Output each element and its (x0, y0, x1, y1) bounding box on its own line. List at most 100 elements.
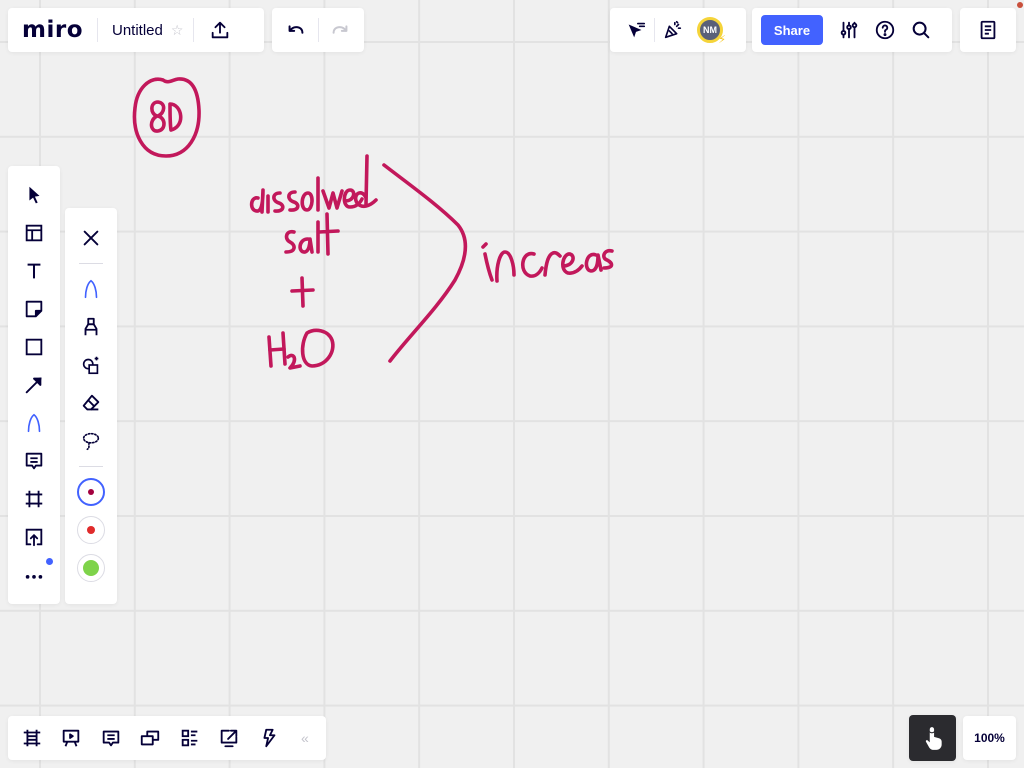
tool-shape[interactable] (14, 328, 54, 366)
text-icon (27, 263, 41, 279)
export-button[interactable] (202, 12, 238, 48)
help-button[interactable] (867, 12, 903, 48)
ink-circled-80[interactable] (132, 77, 201, 158)
celebrate-icon (664, 20, 682, 39)
help-icon (875, 20, 895, 40)
close-icon (83, 230, 99, 246)
upload-icon (25, 528, 43, 547)
cursor-attention-icon (628, 22, 646, 38)
share-button[interactable]: Share (761, 15, 823, 45)
actions-panel: Share (752, 8, 952, 52)
user-avatar[interactable]: NM ⚡ (697, 17, 726, 46)
square-icon (25, 338, 43, 356)
cards-button[interactable] (172, 720, 208, 756)
undo-icon (288, 25, 304, 34)
frames-button[interactable] (14, 720, 50, 756)
lightning-badge-icon: ⚡ (718, 34, 726, 46)
notes-button[interactable] (970, 12, 1006, 48)
pen-tool-eraser[interactable] (71, 384, 111, 422)
pen-icon (84, 279, 98, 299)
ink-h2o[interactable] (267, 328, 335, 370)
activity-button[interactable] (251, 720, 287, 756)
frame-icon (25, 490, 43, 508)
comments-button[interactable] (93, 720, 129, 756)
board-settings-button[interactable] (831, 12, 867, 48)
hand-tool-button[interactable] (909, 715, 956, 761)
screen-share-icon (220, 729, 238, 748)
ink-increas[interactable] (481, 242, 614, 283)
collaboration-panel: NM ⚡ (610, 8, 746, 52)
ink-plus[interactable] (290, 276, 315, 308)
notes-panel (960, 8, 1016, 52)
video-chat-icon (141, 730, 160, 746)
avatar-initials: NM (703, 25, 717, 35)
frames-icon (23, 729, 41, 747)
search-button[interactable] (903, 12, 939, 48)
color-swatch-green[interactable] (77, 554, 105, 582)
pen-tool-smart-drawing[interactable] (71, 346, 111, 384)
templates-icon (25, 224, 43, 242)
new-feature-dot (46, 558, 53, 565)
comment-icon (25, 452, 43, 470)
presentation-icon (63, 729, 80, 747)
star-icon[interactable]: ☆ (171, 22, 184, 39)
tool-connection-line[interactable] (14, 366, 54, 404)
tool-sticky-note[interactable] (14, 290, 54, 328)
collapse-toolbar-button[interactable]: « (290, 730, 320, 746)
bottom-toolbar: « (8, 716, 326, 760)
board-header-panel: miro Untitled ☆ (8, 8, 264, 52)
color-dot (87, 526, 95, 534)
tool-templates[interactable] (14, 214, 54, 252)
undo-button[interactable] (278, 12, 314, 48)
notification-dot (1017, 2, 1023, 8)
pen-icon (27, 413, 41, 433)
tool-text[interactable] (14, 252, 54, 290)
tool-upload[interactable] (14, 518, 54, 556)
celebrate-button[interactable] (655, 12, 691, 48)
tool-frame[interactable] (14, 480, 54, 518)
settings-sliders-icon (840, 21, 858, 39)
ink-dissolved[interactable] (249, 154, 378, 214)
redo-button[interactable] (322, 12, 358, 48)
lightning-icon (263, 728, 275, 748)
miro-logo[interactable]: miro (22, 17, 83, 43)
divider (79, 263, 103, 264)
color-dot (83, 560, 99, 576)
ink-brace[interactable] (382, 163, 468, 363)
more-icon (25, 575, 43, 579)
close-pen-toolbar-button[interactable] (71, 219, 111, 257)
pen-tool-highlighter[interactable] (71, 308, 111, 346)
attention-button[interactable] (618, 12, 654, 48)
eraser-icon (82, 394, 100, 411)
pen-tool-pen[interactable] (71, 270, 111, 308)
upload-icon (212, 21, 229, 39)
screen-share-button[interactable] (211, 720, 247, 756)
presentation-button[interactable] (53, 720, 89, 756)
comments-icon (102, 730, 120, 747)
cards-icon (181, 729, 198, 747)
hand-pointer-icon (925, 725, 942, 750)
notes-icon (980, 20, 996, 40)
pen-tool-lasso[interactable] (71, 422, 111, 460)
color-swatch-crimson[interactable] (77, 478, 105, 506)
color-swatch-red[interactable] (77, 516, 105, 544)
tool-select[interactable] (14, 176, 54, 214)
redo-icon (332, 25, 348, 34)
sticky-note-icon (25, 300, 43, 318)
divider (79, 466, 103, 467)
tool-pen[interactable] (14, 404, 54, 442)
canvas-drawing[interactable] (0, 0, 1024, 768)
divider (317, 18, 319, 42)
highlighter-icon (84, 317, 98, 336)
zoom-level-indicator[interactable]: 100% (963, 716, 1016, 760)
undo-redo-panel (272, 8, 364, 52)
pen-toolbar (65, 208, 117, 604)
ink-salt[interactable] (284, 212, 340, 256)
main-toolbar (8, 166, 60, 604)
cursor-icon (29, 186, 40, 204)
video-chat-button[interactable] (132, 720, 168, 756)
search-icon (912, 21, 930, 39)
tool-comment[interactable] (14, 442, 54, 480)
board-title[interactable]: Untitled (112, 22, 163, 39)
divider (97, 18, 98, 42)
